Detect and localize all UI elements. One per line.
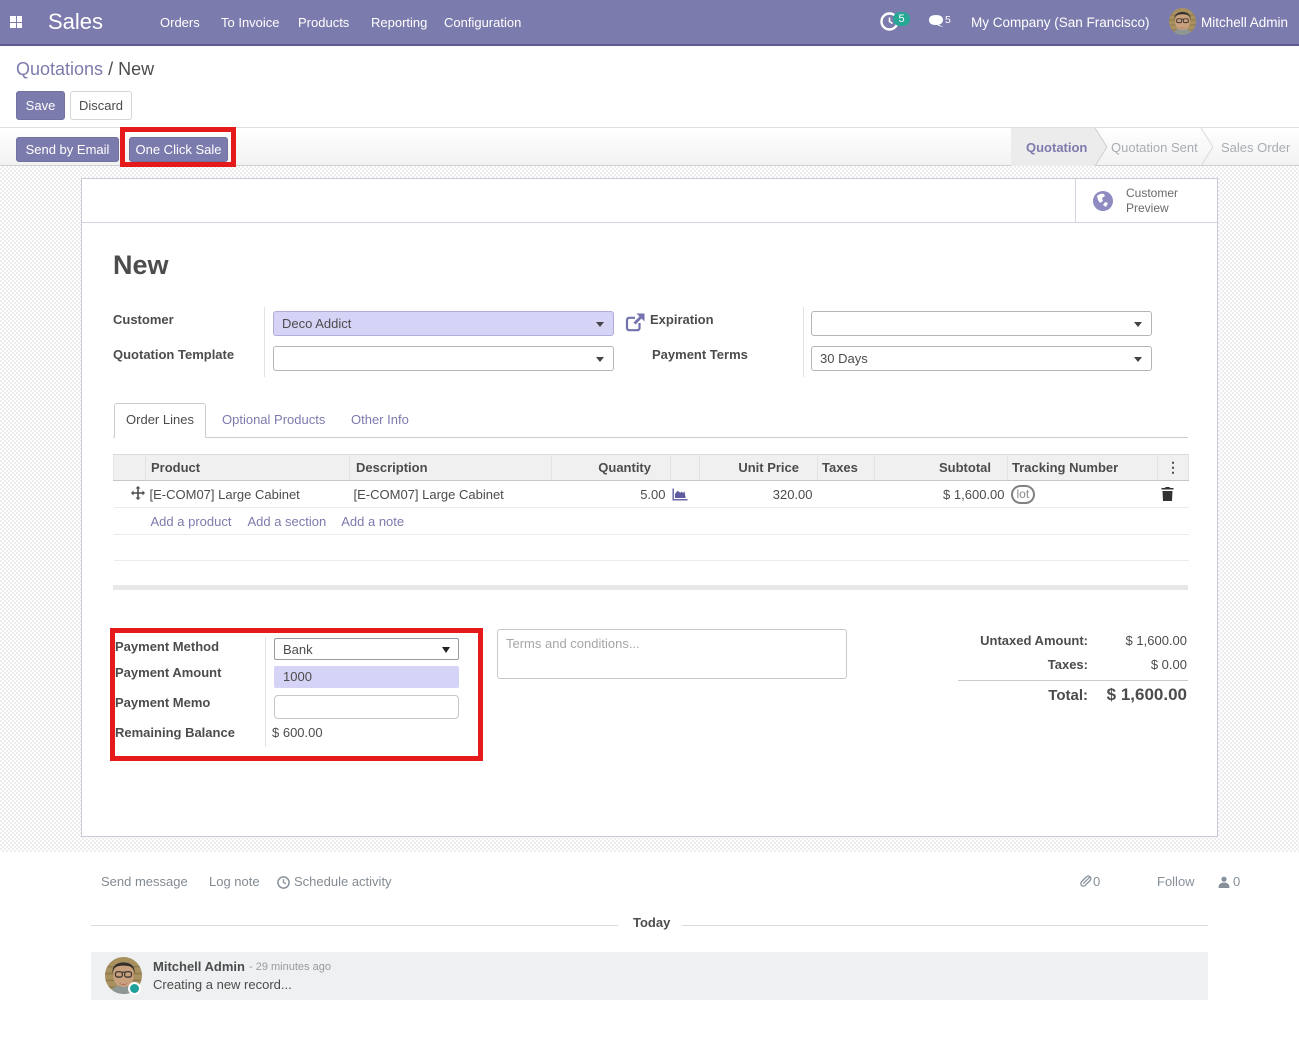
svg-text:Quotation Sent: Quotation Sent	[1111, 140, 1198, 155]
svg-text:Sales Order: Sales Order	[1221, 140, 1291, 155]
svg-text:Quotation: Quotation	[1026, 140, 1087, 155]
